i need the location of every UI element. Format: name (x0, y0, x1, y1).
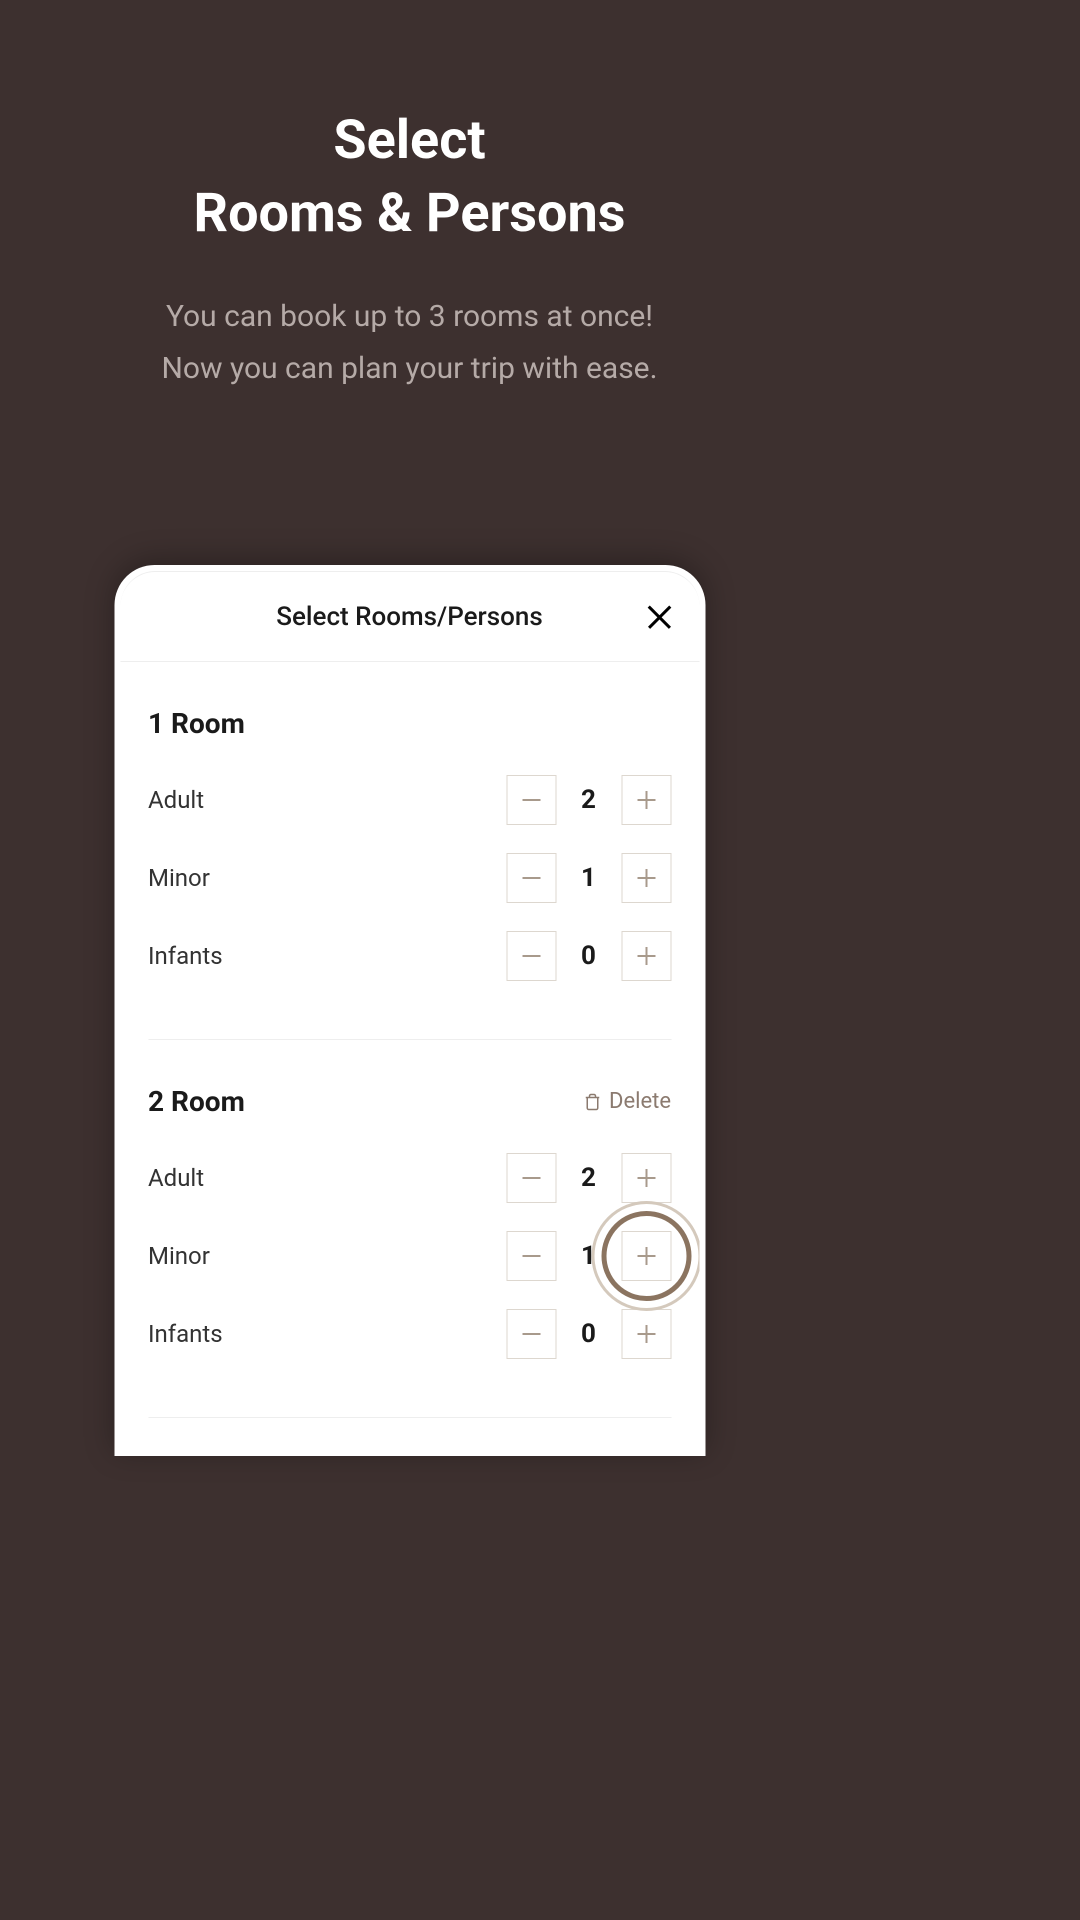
person-row-infants: Infants 0 (148, 931, 671, 981)
plus-icon (637, 947, 655, 965)
stepper-value: 0 (556, 941, 621, 971)
room-title: 1 Room (148, 707, 245, 740)
decrement-button[interactable] (506, 775, 556, 825)
stepper-value: 0 (556, 1319, 621, 1349)
modal-title: Select Rooms/Persons (276, 602, 543, 632)
increment-button[interactable] (621, 931, 671, 981)
person-label: Adult (148, 786, 204, 814)
subtitle-line2: Now you can plan your trip with ease. (0, 343, 819, 396)
room-title: 2 Room (148, 1085, 245, 1118)
subtitle-line1: You can book up to 3 rooms at once! (0, 291, 819, 344)
minus-icon (522, 799, 540, 801)
plus-icon (637, 1247, 655, 1265)
quantity-stepper: 0 (506, 931, 671, 981)
plus-icon (637, 1169, 655, 1187)
quantity-stepper: 2 (506, 1153, 671, 1203)
page-title: Select Rooms & Persons (0, 105, 819, 251)
stepper-value: 1 (556, 863, 621, 893)
minus-icon (522, 1255, 540, 1257)
decrement-button[interactable] (506, 1309, 556, 1359)
modal-header: Select Rooms/Persons (120, 572, 699, 662)
room-section-3: 3 Room + Add (148, 1417, 671, 1456)
minus-icon (522, 877, 540, 879)
room-section-1: 1 Room Adult 2 Minor 1 (148, 662, 671, 1039)
room-header: 2 Room Delete (148, 1085, 671, 1118)
room-section-2: 2 Room Delete Adult 2 (148, 1039, 671, 1417)
quantity-stepper: 0 (506, 1309, 671, 1359)
rooms-list: 1 Room Adult 2 Minor 1 (120, 662, 699, 1456)
increment-button[interactable] (621, 775, 671, 825)
close-icon[interactable] (644, 602, 674, 632)
promo-header: Select Rooms & Persons You can book up t… (0, 0, 819, 396)
increment-button[interactable] (621, 1231, 671, 1281)
decrement-button[interactable] (506, 853, 556, 903)
person-row-minor: Minor 1 (148, 853, 671, 903)
quantity-stepper: 1 (506, 1231, 671, 1281)
decrement-button[interactable] (506, 1153, 556, 1203)
phone-mockup: Select Rooms/Persons 1 Room Adult 2 (114, 565, 705, 1456)
page-subtitle: You can book up to 3 rooms at once! Now … (0, 291, 819, 396)
delete-label: Delete (609, 1089, 671, 1114)
plus-icon (637, 1325, 655, 1343)
person-label: Infants (148, 1320, 223, 1348)
quantity-stepper: 2 (506, 775, 671, 825)
minus-icon (522, 1177, 540, 1179)
person-label: Infants (148, 942, 223, 970)
increment-button[interactable] (621, 1153, 671, 1203)
person-label: Minor (148, 864, 210, 892)
title-line2: Rooms & Persons (0, 178, 819, 251)
person-row-adult: Adult 2 (148, 1153, 671, 1203)
stepper-value: 1 (556, 1241, 621, 1271)
minus-icon (522, 955, 540, 957)
plus-icon (637, 791, 655, 809)
decrement-button[interactable] (506, 1231, 556, 1281)
person-row-adult: Adult 2 (148, 775, 671, 825)
increment-button[interactable] (621, 853, 671, 903)
trash-icon (583, 1092, 601, 1112)
increment-button[interactable] (621, 1309, 671, 1359)
person-label: Adult (148, 1164, 204, 1192)
quantity-stepper: 1 (506, 853, 671, 903)
phone-screen: Select Rooms/Persons 1 Room Adult 2 (120, 571, 699, 1456)
delete-room-button[interactable]: Delete (583, 1089, 671, 1114)
person-row-minor: Minor 1 (148, 1231, 671, 1281)
decrement-button[interactable] (506, 931, 556, 981)
minus-icon (522, 1333, 540, 1335)
stepper-value: 2 (556, 1163, 621, 1193)
plus-icon (637, 869, 655, 887)
title-line1: Select (0, 105, 819, 178)
stepper-value: 2 (556, 785, 621, 815)
person-row-infants: Infants 0 (148, 1309, 671, 1359)
person-label: Minor (148, 1242, 210, 1270)
room-header: 1 Room (148, 707, 671, 740)
